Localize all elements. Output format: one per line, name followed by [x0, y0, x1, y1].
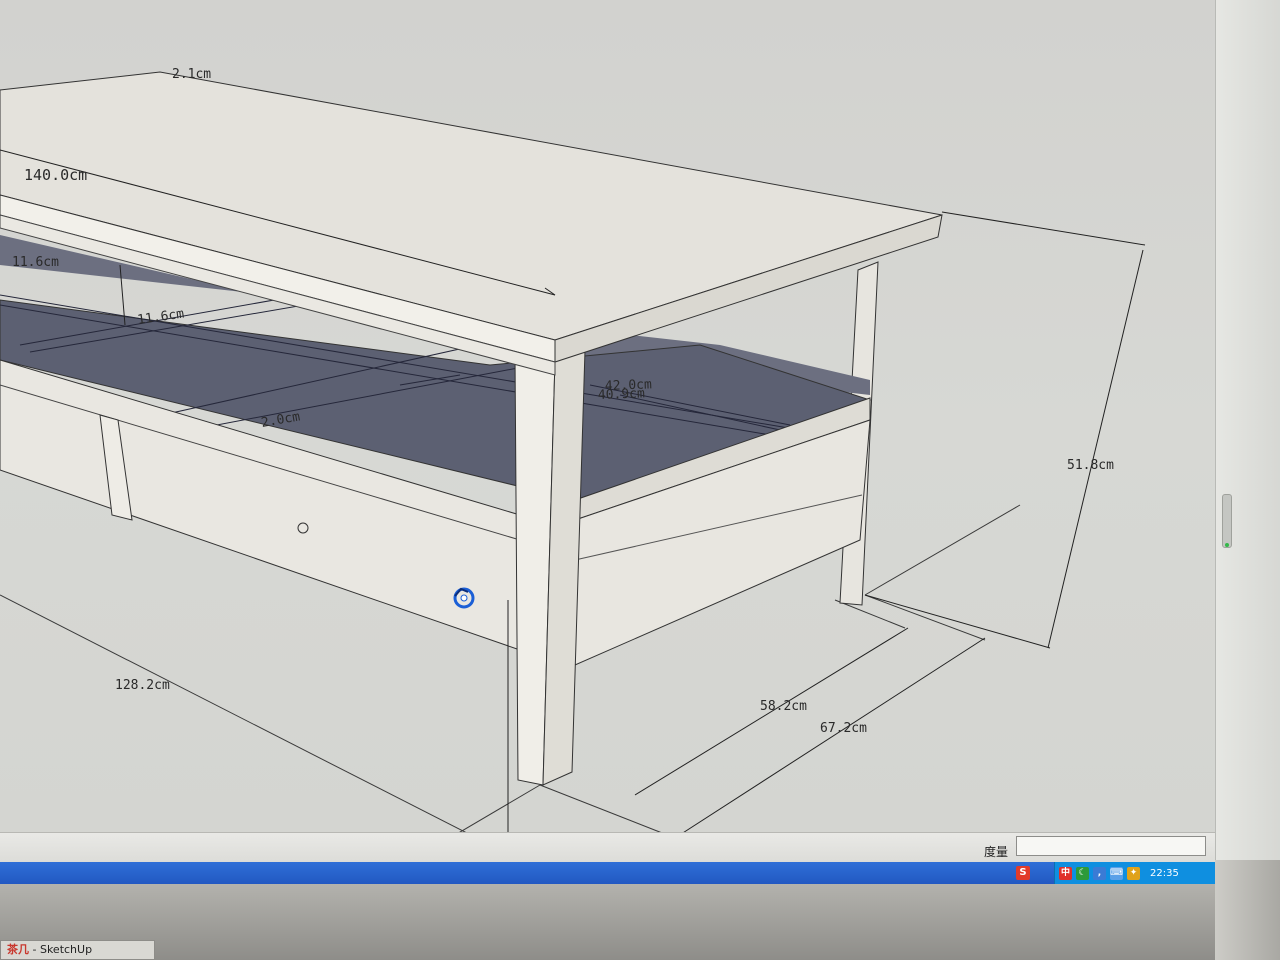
dim-top-corner: 2.1cm [172, 67, 211, 82]
scrollbar-indicator [1225, 543, 1229, 547]
dim-inner-offset: 11.6cm [12, 255, 59, 270]
window-title-app: - SketchUp [29, 943, 93, 956]
scrollbar-thumb[interactable] [1222, 494, 1232, 548]
shield-icon[interactable]: ✦ [1127, 866, 1140, 880]
dim-base-depth-outer: 67.2cm [820, 721, 867, 736]
keyboard-icon[interactable]: ⌨ [1110, 866, 1123, 880]
dim-base-length: 128.2cm [115, 678, 170, 693]
sketchup-screen: 140.0cm 2.1cm 11.6cm 11.6cm 2.0cm 42.0cm… [0, 0, 1280, 960]
model-viewport[interactable]: 140.0cm 2.1cm 11.6cm 11.6cm 2.0cm 42.0cm… [0, 0, 1280, 960]
taskbar-window-button[interactable]: 茶几 - SketchUp [0, 940, 155, 960]
monitor-bezel [0, 884, 1280, 960]
ime-icon[interactable]: 中 [1059, 866, 1072, 880]
clock: 22:35 [1150, 867, 1179, 879]
dim-base-depth-inner: 58.2cm [760, 699, 807, 714]
monitor-edge [1215, 860, 1280, 960]
measurements-label: 度量 [984, 845, 1009, 859]
measurements-input[interactable] [1016, 836, 1206, 856]
system-tray: 中 ☾ , ⌨ ✦ 22:35 [1054, 862, 1215, 884]
dim-shelf-depth-b: 40.9cm [598, 386, 646, 403]
right-panel [1215, 0, 1280, 884]
dim-height: 51.8cm [1067, 458, 1114, 473]
window-title-prefix: 茶几 [7, 943, 29, 956]
moon-icon[interactable]: ☾ [1076, 866, 1089, 880]
dim-top-length: 140.0cm [24, 166, 87, 184]
punctuation-icon[interactable]: , [1093, 866, 1106, 880]
taskbar [0, 862, 1215, 884]
table-top [0, 71, 943, 341]
sogou-ime-icon[interactable]: S [1016, 866, 1030, 880]
